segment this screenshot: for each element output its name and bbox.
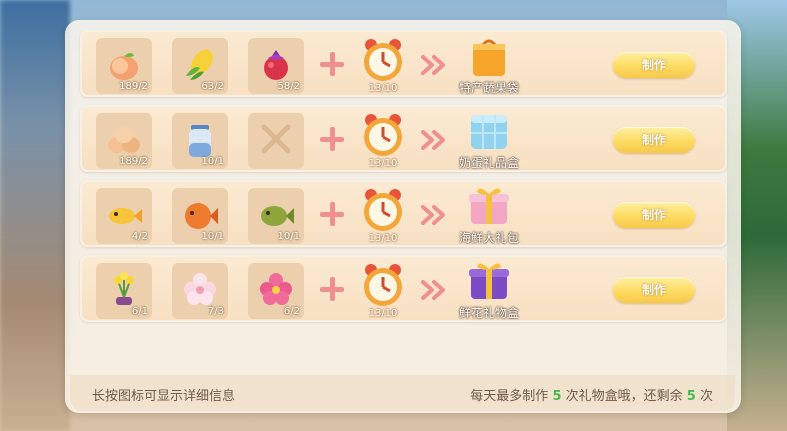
recipe-row-1: 189/2 63/2 58/2 13/10 特产蔬果袋 制作	[80, 30, 727, 97]
corn-icon	[186, 49, 213, 80]
ingredient-quantity: 6/1	[131, 306, 148, 317]
orange-bag-icon	[473, 39, 505, 76]
limit-prefix: 每天最多制作	[470, 389, 549, 404]
time-quantity: 13/10	[368, 308, 398, 319]
plus-icon	[320, 127, 344, 151]
limit-middle: 次礼物盒哦，还剩余	[565, 389, 683, 404]
make-button[interactable]: 制作	[613, 202, 695, 228]
red-fruit-icon	[264, 50, 288, 80]
make-button[interactable]: 制作	[613, 277, 695, 303]
ingredient-slot[interactable]: 63/2	[172, 38, 228, 94]
ingredient-slot[interactable]: 10/1	[248, 188, 304, 244]
ingredient-slot[interactable]: 189/2	[96, 113, 152, 169]
limit-count: 5	[552, 389, 562, 404]
ingredient-slot[interactable]: 6/1	[96, 263, 152, 319]
time-slot[interactable]: 13/10	[357, 186, 409, 244]
plus-icon	[320, 277, 344, 301]
ingredient-quantity: 10/1	[201, 156, 224, 167]
ice-box-icon	[471, 115, 507, 149]
output-item[interactable]: 鲜花礼物盒	[444, 259, 534, 321]
ingredient-quantity: 7/3	[207, 306, 224, 317]
remaining-count: 5	[686, 389, 696, 404]
ingredient-slot[interactable]: 10/1	[172, 113, 228, 169]
yellow-flower-icon	[114, 272, 134, 305]
milk-jar-icon	[189, 125, 211, 157]
limit-suffix: 次	[699, 389, 713, 404]
pink-flower-icon	[260, 273, 292, 305]
ingredient-quantity: 10/1	[277, 231, 300, 242]
ingredient-slot	[248, 113, 304, 169]
output-item[interactable]: 海鲜大礼包	[444, 184, 534, 246]
alarm-clock-icon	[364, 114, 402, 156]
time-slot[interactable]: 13/10	[357, 261, 409, 319]
output-name: 奶蛋礼品盒	[458, 156, 519, 170]
time-quantity: 13/10	[368, 158, 398, 169]
time-slot[interactable]: 13/10	[357, 36, 409, 94]
time-quantity: 13/10	[368, 233, 398, 244]
make-button[interactable]: 制作	[613, 52, 695, 78]
recipe-row-3: 4/2 10/1 10/1 13/10 海鲜大礼包 制作	[80, 180, 727, 247]
plus-icon	[320, 202, 344, 226]
time-quantity: 13/10	[368, 83, 398, 94]
ingredient-quantity: 6/2	[283, 306, 300, 317]
empty-slot-icon	[261, 124, 291, 154]
purple-gift-box-icon	[469, 263, 509, 299]
ingredient-slot[interactable]: 4/2	[96, 188, 152, 244]
yellow-fish-icon	[109, 208, 142, 224]
daily-limit-text: 每天最多制作 5 次礼物盒哦，还剩余 5 次	[470, 385, 713, 404]
gift-box-pink-icon	[469, 188, 509, 224]
eggs-icon	[108, 127, 140, 153]
ingredient-quantity: 189/2	[119, 156, 148, 167]
ingredient-slot[interactable]: 7/3	[172, 263, 228, 319]
footer-bar: 长按图标可显示详细信息 每天最多制作 5 次礼物盒哦，还剩余 5 次	[70, 375, 735, 411]
ingredient-quantity: 10/1	[201, 231, 224, 242]
make-button[interactable]: 制作	[613, 127, 695, 153]
output-name: 鲜花礼物盒	[458, 306, 519, 320]
green-fish-icon	[261, 206, 294, 226]
output-name: 海鲜大礼包	[458, 231, 519, 245]
output-name: 特产蔬果袋	[458, 81, 519, 95]
ingredient-slot[interactable]: 6/2	[248, 263, 304, 319]
output-item[interactable]: 奶蛋礼品盒	[444, 109, 534, 171]
recipe-row-2: 189/2 10/1 13/10 奶蛋礼品盒 制作	[80, 105, 727, 172]
orange-fish-icon	[185, 203, 218, 229]
ingredient-quantity: 189/2	[119, 81, 148, 92]
long-press-hint: 长按图标可显示详细信息	[92, 389, 236, 404]
background-scene-left	[0, 0, 70, 431]
output-item[interactable]: 特产蔬果袋	[444, 34, 534, 96]
ingredient-slot[interactable]: 10/1	[172, 188, 228, 244]
ingredient-slot[interactable]: 189/2	[96, 38, 152, 94]
plus-icon	[320, 52, 344, 76]
white-flower-icon	[184, 273, 216, 305]
time-slot[interactable]: 13/10	[357, 111, 409, 169]
recipe-row-4: 6/1 7/3 6/2 13/10 鲜花礼物盒 制作	[80, 255, 727, 322]
alarm-clock-icon	[364, 39, 402, 81]
ingredient-quantity: 63/2	[201, 81, 224, 92]
alarm-clock-icon	[364, 264, 402, 306]
peach-icon	[110, 53, 138, 80]
alarm-clock-icon	[364, 189, 402, 231]
ingredient-quantity: 58/2	[277, 81, 300, 92]
ingredient-quantity: 4/2	[131, 231, 148, 242]
ingredient-slot[interactable]: 58/2	[248, 38, 304, 94]
